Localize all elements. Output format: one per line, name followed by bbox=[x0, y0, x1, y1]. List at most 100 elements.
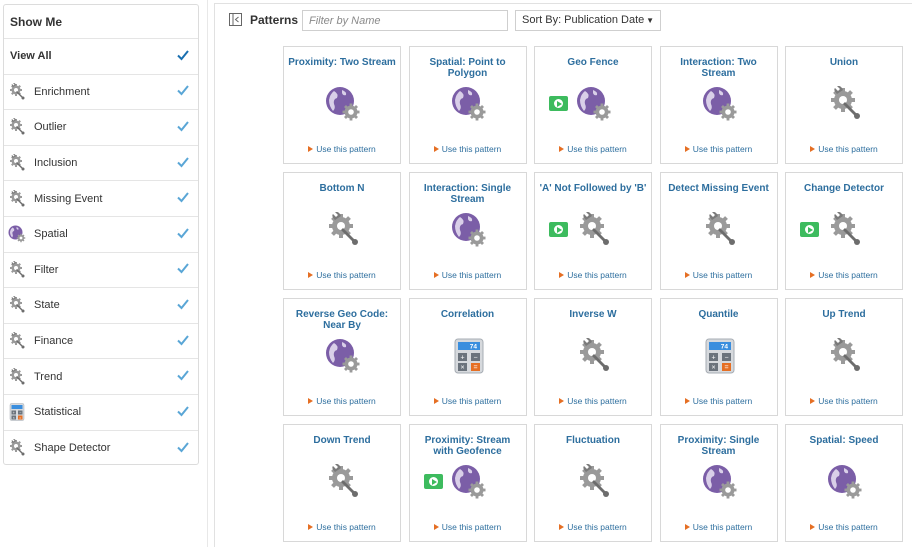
pattern-card[interactable]: Proximity: Two Stream Use this pattern bbox=[283, 46, 401, 164]
gear-wrench-icon bbox=[576, 211, 612, 248]
sidebar-item-label: State bbox=[34, 299, 60, 312]
use-this-pattern-label: Use this pattern bbox=[567, 522, 627, 532]
use-this-pattern-label: Use this pattern bbox=[441, 396, 502, 406]
pattern-card[interactable]: Proximity: Single Stream Use this patter… bbox=[659, 424, 778, 542]
use-this-pattern-label: Use this pattern bbox=[692, 396, 753, 406]
gear-wrench-icon bbox=[576, 337, 612, 374]
sidebar-item-state[interactable]: State bbox=[4, 288, 198, 324]
play-icon[interactable] bbox=[423, 474, 443, 489]
globe-gear-icon bbox=[8, 225, 26, 243]
sidebar-item-shape-detector[interactable]: Shape Detector bbox=[4, 431, 198, 467]
show-me-title: Show Me bbox=[4, 5, 198, 39]
use-this-pattern-link[interactable]: Use this pattern bbox=[535, 270, 651, 280]
use-this-pattern-link[interactable]: Use this pattern bbox=[410, 396, 526, 406]
filter-by-name-input[interactable] bbox=[302, 10, 508, 31]
sidebar-item-label: Trend bbox=[34, 370, 63, 383]
sidebar-item-filter[interactable]: Filter bbox=[4, 253, 198, 289]
gear-wrench-icon bbox=[8, 296, 26, 314]
use-this-pattern-link[interactable]: Use this pattern bbox=[410, 522, 526, 532]
pattern-card[interactable]: Geo Fence Use this pattern bbox=[534, 46, 652, 164]
use-this-pattern-link[interactable]: Use this pattern bbox=[410, 144, 526, 154]
pattern-card[interactable]: Reverse Geo Code: Near By Use this patte… bbox=[283, 298, 401, 416]
use-this-pattern-link[interactable]: Use this pattern bbox=[284, 144, 400, 154]
use-this-pattern-label: Use this pattern bbox=[441, 144, 502, 154]
pattern-card[interactable]: Proximity: Stream with Geofence Use this… bbox=[408, 424, 527, 542]
use-this-pattern-link[interactable]: Use this pattern bbox=[786, 144, 902, 154]
pattern-card[interactable]: Interaction: Two Stream Use this pattern bbox=[659, 46, 778, 164]
sort-by-select[interactable]: Sort By: Publication Date ▼ bbox=[515, 10, 661, 31]
arrow-right-icon bbox=[433, 524, 439, 530]
pattern-card[interactable]: Bottom N Use this pattern bbox=[283, 172, 401, 290]
sidebar-item-statistical[interactable]: + − × = Statistical bbox=[4, 395, 198, 431]
use-this-pattern-link[interactable]: Use this pattern bbox=[786, 522, 902, 532]
sidebar-item-label: Enrichment bbox=[34, 85, 90, 98]
arrow-right-icon bbox=[559, 146, 565, 152]
sidebar-item-inclusion[interactable]: Inclusion bbox=[4, 146, 198, 182]
calculator-icon: 74 + − × = bbox=[451, 338, 487, 374]
svg-text:×: × bbox=[460, 365, 464, 372]
sidebar-divider bbox=[207, 0, 208, 547]
calculator-icon: + − × = bbox=[8, 403, 26, 421]
sidebar-item-finance[interactable]: Finance bbox=[4, 324, 198, 360]
gear-wrench-icon bbox=[827, 85, 863, 122]
pattern-card[interactable]: Spatial: Speed Use this pattern bbox=[785, 424, 903, 542]
use-this-pattern-link[interactable]: Use this pattern bbox=[661, 396, 777, 406]
pattern-card[interactable]: Down Trend Use this pattern bbox=[283, 424, 401, 542]
sidebar-item-spatial[interactable]: Spatial bbox=[4, 217, 198, 253]
sidebar-item-label: Outlier bbox=[34, 121, 67, 134]
pattern-title: Proximity: Two Stream bbox=[288, 57, 396, 68]
gear-wrench-icon bbox=[8, 189, 26, 208]
pattern-card[interactable]: Up Trend Use this pattern bbox=[785, 298, 903, 416]
use-this-pattern-link[interactable]: Use this pattern bbox=[410, 270, 526, 280]
collapse-panel-icon[interactable] bbox=[229, 13, 242, 26]
pattern-title: Geo Fence bbox=[567, 57, 619, 68]
pattern-card[interactable]: Change Detector Use this pattern bbox=[785, 172, 903, 290]
pattern-title: Reverse Geo Code: Near By bbox=[295, 309, 389, 331]
use-this-pattern-link[interactable]: Use this pattern bbox=[284, 396, 400, 406]
use-this-pattern-link[interactable]: Use this pattern bbox=[786, 270, 902, 280]
use-this-pattern-link[interactable]: Use this pattern bbox=[535, 396, 651, 406]
use-this-pattern-link[interactable]: Use this pattern bbox=[284, 270, 400, 280]
pattern-card[interactable]: Inverse W Use this pattern bbox=[534, 298, 652, 416]
use-this-pattern-label: Use this pattern bbox=[316, 144, 376, 154]
arrow-right-icon bbox=[559, 272, 565, 278]
use-this-pattern-link[interactable]: Use this pattern bbox=[786, 396, 902, 406]
pattern-card[interactable]: Correlation 74 + − × = Use this pattern bbox=[408, 298, 527, 416]
use-this-pattern-link[interactable]: Use this pattern bbox=[535, 144, 651, 154]
use-this-pattern-label: Use this pattern bbox=[818, 270, 878, 280]
pattern-card[interactable]: Interaction: Single Stream Use this patt… bbox=[408, 172, 527, 290]
use-this-pattern-link[interactable]: Use this pattern bbox=[535, 522, 651, 532]
show-me-panel: Show Me View All Enrichment Outlier Incl… bbox=[3, 4, 199, 465]
checkmark-icon bbox=[176, 155, 190, 172]
use-this-pattern-label: Use this pattern bbox=[818, 144, 878, 154]
checkmark-icon bbox=[176, 297, 190, 314]
use-this-pattern-link[interactable]: Use this pattern bbox=[284, 522, 400, 532]
pattern-card[interactable]: Detect Missing Event Use this pattern bbox=[659, 172, 778, 290]
pattern-card[interactable]: Quantile 74 + − × = Use this pattern bbox=[659, 298, 778, 416]
play-icon[interactable] bbox=[549, 222, 568, 237]
sidebar-item-label: Missing Event bbox=[34, 192, 103, 205]
sidebar-item-trend[interactable]: Trend bbox=[4, 359, 198, 395]
use-this-pattern-link[interactable]: Use this pattern bbox=[661, 522, 777, 532]
sidebar-item-missing-event[interactable]: Missing Event bbox=[4, 181, 198, 217]
pattern-title: Interaction: Two Stream bbox=[680, 57, 757, 79]
pattern-title: Up Trend bbox=[822, 309, 866, 320]
globe-gear-icon bbox=[325, 86, 361, 122]
pattern-card[interactable]: Fluctuation Use this pattern bbox=[534, 424, 652, 542]
sidebar-item-outlier[interactable]: Outlier bbox=[4, 110, 198, 146]
pattern-card[interactable]: Spatial: Point to Polygon Use this patte… bbox=[408, 46, 527, 164]
use-this-pattern-link[interactable]: Use this pattern bbox=[661, 270, 777, 280]
globe-gear-icon bbox=[451, 212, 487, 248]
arrow-right-icon bbox=[684, 524, 690, 530]
use-this-pattern-link[interactable]: Use this pattern bbox=[661, 144, 777, 154]
play-icon[interactable] bbox=[800, 222, 819, 237]
play-icon[interactable] bbox=[549, 96, 568, 111]
pattern-card[interactable]: Union Use this pattern bbox=[785, 46, 903, 164]
sidebar-item-enrichment[interactable]: Enrichment bbox=[4, 75, 198, 111]
gear-wrench-icon bbox=[325, 463, 361, 500]
sidebar-item-view-all[interactable]: View All bbox=[4, 39, 198, 75]
sidebar-item-label: Statistical bbox=[34, 406, 82, 419]
svg-text:−: − bbox=[19, 411, 21, 415]
pattern-title: Inverse W bbox=[569, 309, 617, 320]
pattern-card[interactable]: 'A' Not Followed by 'B' Use this pattern bbox=[534, 172, 652, 290]
